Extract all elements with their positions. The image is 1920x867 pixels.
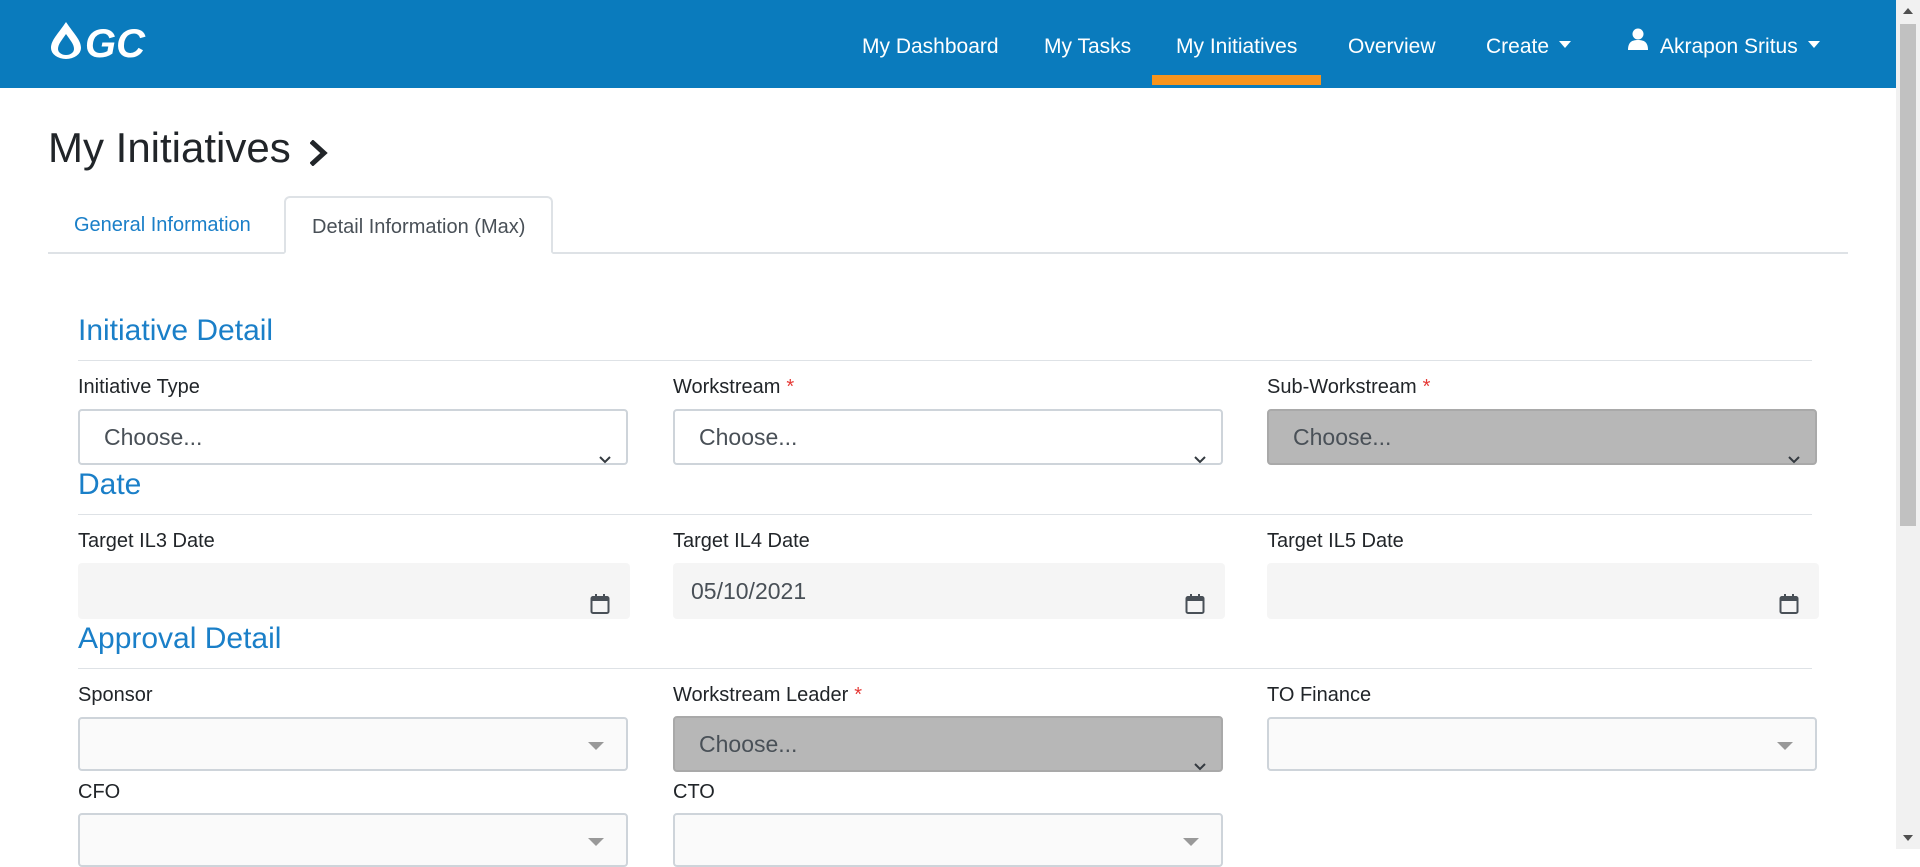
gc-logo[interactable]: GC xyxy=(48,18,180,62)
section-divider xyxy=(78,668,1812,669)
scroll-thumb[interactable] xyxy=(1900,24,1916,526)
vertical-scrollbar[interactable] xyxy=(1896,0,1920,849)
caret-down-icon xyxy=(1807,40,1820,48)
workstream-leader-select[interactable]: Choose... xyxy=(673,716,1223,772)
sponsor-label: Sponsor xyxy=(78,684,153,706)
user-menu-dropdown[interactable]: Akrapon Sritus xyxy=(1628,0,1820,88)
target-il3-date-label: Target IL3 Date xyxy=(78,530,215,552)
cto-select[interactable] xyxy=(673,813,1223,867)
dropdown-arrow-icon xyxy=(588,838,604,846)
to-finance-label: TO Finance xyxy=(1267,684,1372,706)
workstream-leader-value: Choose... xyxy=(699,731,798,757)
calendar-icon[interactable] xyxy=(590,579,610,635)
cfo-select[interactable] xyxy=(78,813,628,867)
section-title-date: Date xyxy=(78,468,142,501)
target-il5-date-label: Target IL5 Date xyxy=(1267,530,1404,552)
cto-label: CTO xyxy=(673,781,715,803)
initiative-type-select[interactable]: Choose... xyxy=(78,409,628,465)
workstream-label-text: Workstream xyxy=(673,376,781,398)
scroll-up-arrow-icon[interactable] xyxy=(1903,8,1913,14)
calendar-icon[interactable] xyxy=(1779,579,1799,635)
nav-my-tasks[interactable]: My Tasks xyxy=(1044,0,1131,88)
tab-general-information[interactable]: General Information xyxy=(48,196,277,254)
page-title: My Initiatives xyxy=(48,124,291,171)
dropdown-arrow-icon xyxy=(1183,838,1199,846)
nav-my-dashboard[interactable]: My Dashboard xyxy=(862,0,999,88)
top-navbar: GC My Dashboard My Tasks My Initiatives … xyxy=(0,0,1896,88)
user-icon xyxy=(1628,0,1648,91)
nav-create-label: Create xyxy=(1486,35,1550,58)
nav-create-dropdown[interactable]: Create xyxy=(1486,0,1572,88)
svg-text:GC: GC xyxy=(85,22,146,60)
sponsor-select[interactable] xyxy=(78,717,628,771)
dropdown-arrow-icon xyxy=(1777,742,1793,750)
workstream-label: Workstream * xyxy=(673,376,794,399)
workstream-value: Choose... xyxy=(699,424,798,450)
required-marker: * xyxy=(854,684,863,706)
required-marker: * xyxy=(786,376,795,398)
scroll-down-arrow-icon[interactable] xyxy=(1903,835,1913,841)
section-title-approval-detail: Approval Detail xyxy=(78,622,282,655)
caret-down-icon xyxy=(1559,40,1572,48)
workstream-leader-label: Workstream Leader * xyxy=(673,684,862,707)
nav-overview[interactable]: Overview xyxy=(1348,0,1436,88)
required-marker: * xyxy=(1422,376,1431,398)
target-il4-date-value: 05/10/2021 xyxy=(691,578,807,604)
calendar-icon[interactable] xyxy=(1185,579,1205,635)
sub-workstream-value: Choose... xyxy=(1293,424,1392,450)
target-il3-date-input[interactable] xyxy=(78,563,630,619)
sub-workstream-label: Sub-Workstream * xyxy=(1267,376,1430,399)
sub-workstream-label-text: Sub-Workstream xyxy=(1267,376,1417,398)
chevron-down-icon xyxy=(1787,431,1801,483)
chevron-down-icon xyxy=(1193,431,1207,483)
workstream-leader-label-text: Workstream Leader xyxy=(673,684,849,706)
target-il5-date-input[interactable] xyxy=(1267,563,1819,619)
target-il4-date-label: Target IL4 Date xyxy=(673,530,810,552)
sub-workstream-select[interactable]: Choose... xyxy=(1267,409,1817,465)
chevron-down-icon xyxy=(1193,738,1207,790)
workstream-select[interactable]: Choose... xyxy=(673,409,1223,465)
initiative-type-label: Initiative Type xyxy=(78,376,200,398)
chevron-right-icon xyxy=(309,139,328,171)
chevron-down-icon xyxy=(598,431,612,483)
nav-my-initiatives[interactable]: My Initiatives xyxy=(1151,0,1322,88)
user-name: Akrapon Sritus xyxy=(1660,35,1798,58)
initiative-type-value: Choose... xyxy=(104,424,203,450)
target-il4-date-input[interactable]: 05/10/2021 xyxy=(673,563,1225,619)
cfo-label: CFO xyxy=(78,781,121,803)
tab-detail-information[interactable]: Detail Information (Max) xyxy=(284,196,554,254)
to-finance-select[interactable] xyxy=(1267,717,1817,771)
section-title-initiative-detail: Initiative Detail xyxy=(78,314,274,347)
section-divider xyxy=(78,514,1812,515)
dropdown-arrow-icon xyxy=(588,742,604,750)
section-divider xyxy=(78,360,1812,361)
